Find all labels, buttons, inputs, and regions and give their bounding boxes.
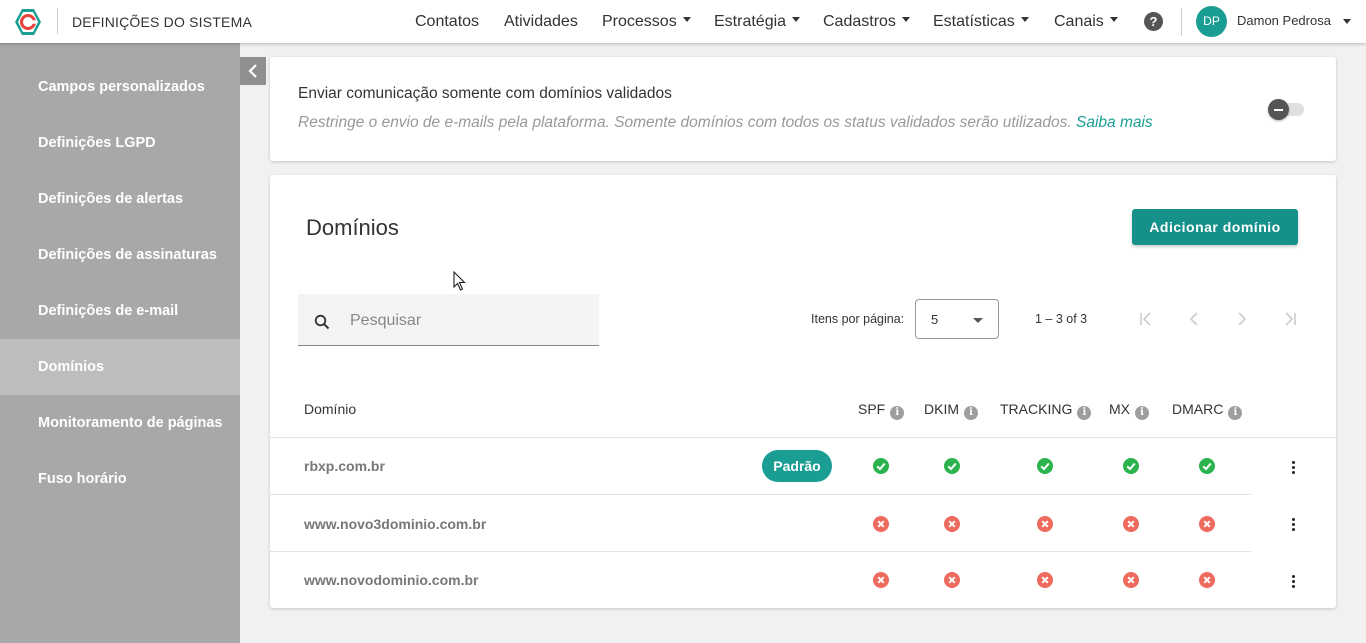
column-header-dmarc-label: DMARC xyxy=(1172,401,1224,417)
tracking-status-error-icon xyxy=(1037,572,1053,588)
column-header-mx: MX i xyxy=(1109,401,1149,420)
last-page-icon[interactable] xyxy=(1280,309,1300,329)
first-page-icon[interactable] xyxy=(1136,309,1156,329)
setting-title: Enviar comunicação somente com domínios … xyxy=(298,85,672,102)
dkim-status-error-icon xyxy=(944,572,960,588)
mx-status-error-icon xyxy=(1123,516,1139,532)
caret-down-icon xyxy=(682,17,691,23)
chevron-left-icon xyxy=(248,64,257,78)
search-icon xyxy=(314,314,330,330)
sidebar-item-monitoramento-paginas[interactable]: Monitoramento de páginas xyxy=(0,395,240,451)
domains-card: Domínios Adicionar domínio Itens por pág… xyxy=(270,175,1336,608)
mx-status-check-icon xyxy=(1123,458,1139,474)
user-menu-caret-icon[interactable] xyxy=(1343,19,1351,24)
info-icon[interactable]: i xyxy=(1228,406,1243,420)
app-logo-icon[interactable] xyxy=(14,8,42,36)
row-menu-kebab-icon[interactable] xyxy=(1290,575,1296,591)
column-header-tracking-label: TRACKING xyxy=(1000,401,1073,417)
row-menu-kebab-icon[interactable] xyxy=(1290,461,1296,477)
tracking-status-error-icon xyxy=(1037,516,1053,532)
nav-atividades[interactable]: Atividades xyxy=(504,13,578,31)
sidebar-item-definicoes-lgpd[interactable]: Definições LGPD xyxy=(0,115,240,171)
caret-down-icon xyxy=(901,17,910,23)
caret-down-icon xyxy=(1109,17,1118,23)
info-icon[interactable]: i xyxy=(1135,406,1149,420)
column-header-domain: Domínio xyxy=(304,401,357,417)
column-header-spf: SPF i xyxy=(858,401,905,420)
column-header-dkim: DKIM i xyxy=(924,401,978,420)
dmarc-status-check-icon xyxy=(1199,458,1215,474)
search-input[interactable] xyxy=(350,308,590,334)
mx-status-error-icon xyxy=(1123,572,1139,588)
page-title: DEFINIÇÕES DO SISTEMA xyxy=(72,14,252,30)
items-per-page-label: Itens por página: xyxy=(811,312,905,326)
column-header-dmarc: DMARC i xyxy=(1172,401,1243,420)
info-icon[interactable]: i xyxy=(1077,406,1092,420)
dkim-status-check-icon xyxy=(944,458,960,474)
avatar[interactable]: DP xyxy=(1196,6,1227,37)
header-divider xyxy=(57,8,58,34)
dkim-status-error-icon xyxy=(944,516,960,532)
next-page-icon[interactable] xyxy=(1232,309,1252,329)
learn-more-link[interactable]: Saiba mais xyxy=(1076,114,1153,131)
domain-name: www.novodominio.com.br xyxy=(304,572,479,588)
sidebar-item-definicoes-email[interactable]: Definições de e-mail xyxy=(0,283,240,339)
sidebar-item-definicoes-alertas[interactable]: Definições de alertas xyxy=(0,171,240,227)
sidebar-item-dominios[interactable]: Domínios xyxy=(0,339,240,395)
default-badge: Padrão xyxy=(762,450,832,482)
nav-canais[interactable]: Canais xyxy=(1054,13,1118,31)
items-per-page-select[interactable]: 5 xyxy=(915,299,999,339)
spf-status-error-icon xyxy=(873,516,889,532)
domain-name: www.novo3dominio.com.br xyxy=(304,516,487,532)
nav-estatisticas[interactable]: Estatísticas xyxy=(933,13,1029,31)
sidebar-item-fuso-horario[interactable]: Fuso horário xyxy=(0,451,240,507)
sidebar-item-definicoes-assinaturas[interactable]: Definições de assinaturas xyxy=(0,227,240,283)
tracking-status-check-icon xyxy=(1037,458,1053,474)
toggle-thumb[interactable] xyxy=(1268,99,1289,120)
add-domain-button[interactable]: Adicionar domínio xyxy=(1132,209,1298,245)
row-divider xyxy=(270,494,1251,495)
mouse-cursor-icon xyxy=(453,271,466,291)
domain-name: rbxp.com.br xyxy=(304,458,385,474)
caret-down-icon xyxy=(792,17,801,23)
validated-domains-card: Enviar comunicação somente com domínios … xyxy=(270,57,1336,161)
setting-description-text: Restringe o envio de e-mails pela plataf… xyxy=(298,114,1072,131)
spf-status-error-icon xyxy=(873,572,889,588)
row-menu-kebab-icon[interactable] xyxy=(1290,518,1296,534)
nav-estrategia[interactable]: Estratégia xyxy=(714,13,801,31)
top-bar: DEFINIÇÕES DO SISTEMA Contatos Atividade… xyxy=(0,0,1366,43)
info-icon[interactable]: i xyxy=(890,406,905,420)
items-per-page-value: 5 xyxy=(931,312,939,327)
domains-title: Domínios xyxy=(306,215,399,240)
search-field[interactable] xyxy=(298,294,599,346)
setting-description: Restringe o envio de e-mails pela plataf… xyxy=(298,114,1153,132)
column-header-spf-label: SPF xyxy=(858,401,886,417)
nav-contatos[interactable]: Contatos xyxy=(415,13,479,31)
collapse-sidebar-button[interactable] xyxy=(240,57,266,85)
nav-processos[interactable]: Processos xyxy=(602,13,691,31)
info-icon[interactable]: i xyxy=(964,406,978,420)
sidebar: Campos personalizados Definições LGPD De… xyxy=(0,43,240,643)
nav-cadastros[interactable]: Cadastros xyxy=(823,13,910,31)
row-divider xyxy=(270,437,1336,438)
pagination-range: 1 – 3 of 3 xyxy=(1035,312,1088,326)
chevron-down-icon xyxy=(973,318,983,323)
previous-page-icon[interactable] xyxy=(1184,309,1204,329)
column-header-tracking: TRACKING i xyxy=(1000,401,1092,420)
column-header-dkim-label: DKIM xyxy=(924,401,959,417)
sidebar-item-campos-personalizados[interactable]: Campos personalizados xyxy=(0,59,240,115)
spf-status-check-icon xyxy=(873,458,889,474)
header-divider xyxy=(1181,8,1182,36)
dmarc-status-error-icon xyxy=(1199,516,1215,532)
row-divider xyxy=(270,551,1251,552)
caret-down-icon xyxy=(1020,17,1029,23)
dmarc-status-error-icon xyxy=(1199,572,1215,588)
help-icon[interactable]: ? xyxy=(1144,12,1163,31)
column-header-mx-label: MX xyxy=(1109,401,1130,417)
user-name[interactable]: Damon Pedrosa xyxy=(1237,13,1331,28)
